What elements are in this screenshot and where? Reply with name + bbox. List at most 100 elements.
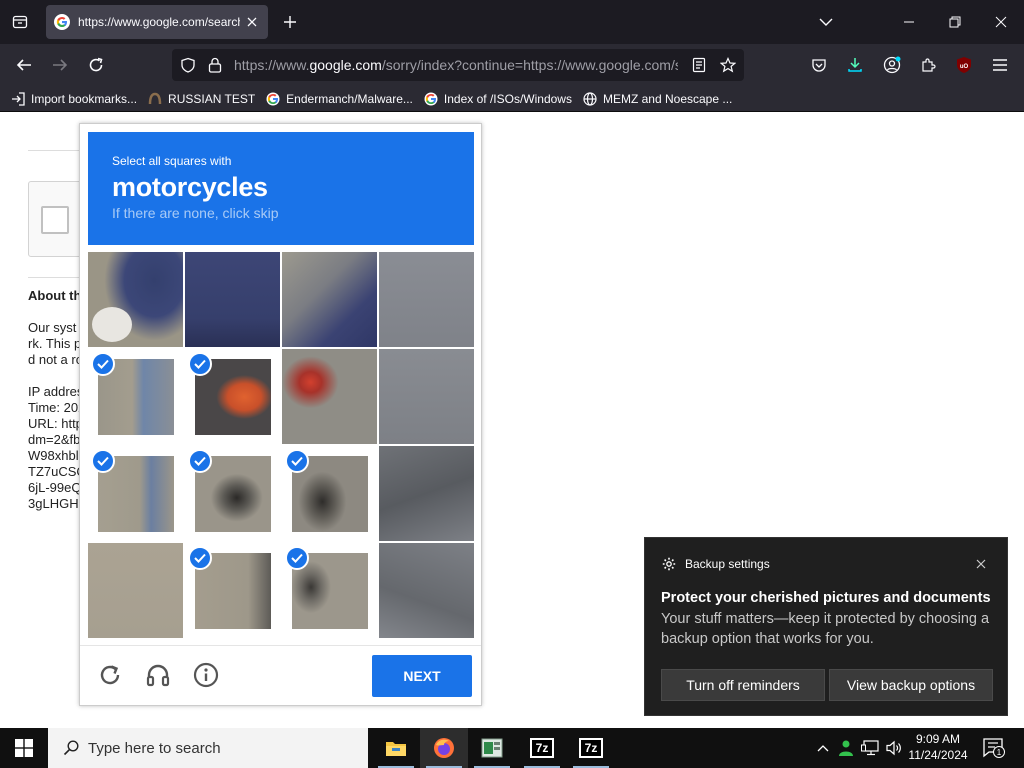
captcha-tile-selected[interactable] (88, 349, 183, 444)
minimize-icon[interactable] (893, 6, 925, 38)
captcha-tile-selected[interactable] (282, 543, 377, 638)
pocket-icon[interactable] (806, 52, 832, 78)
tab-list-icon[interactable] (8, 10, 32, 34)
action-center-icon[interactable]: 1 (980, 736, 1008, 760)
about-text-line: W98xhbl (28, 448, 79, 463)
back-arrow-icon[interactable] (11, 52, 37, 78)
toast-app-name: Backup settings (685, 557, 770, 571)
info-icon[interactable] (191, 660, 221, 690)
reader-view-icon[interactable] (686, 52, 712, 78)
about-text-line: IP addres (28, 384, 80, 399)
google-icon (265, 91, 281, 107)
shield-icon[interactable] (175, 52, 201, 78)
tile-image (88, 252, 183, 347)
backup-notification-toast: Backup settings Protect your cherished p… (644, 537, 1008, 716)
toast-body: Your stuff matters—keep it protected by … (661, 611, 990, 647)
russian-test-icon (147, 91, 163, 107)
taskbar-file-explorer[interactable] (372, 728, 420, 768)
toast-close-icon[interactable] (971, 554, 991, 574)
captcha-tile[interactable] (282, 252, 377, 347)
url-text[interactable]: https://www.google.com/sorry/index?conti… (234, 57, 678, 73)
browser-tab[interactable]: https://www.google.com/search (46, 5, 268, 39)
windows-taskbar: Type here to search 7z 7z 9:09 AM 11/24/… (0, 728, 1024, 768)
user-status-icon[interactable] (836, 738, 856, 758)
firefox-icon (434, 738, 454, 758)
forward-arrow-icon[interactable] (47, 52, 73, 78)
seven-zip-icon: 7z (579, 738, 603, 758)
bookmarks-toolbar: Import bookmarks... RUSSIAN TEST Enderma… (0, 86, 1024, 112)
taskbar-7zip-2[interactable]: 7z (567, 728, 615, 768)
checkmark-icon (91, 352, 115, 376)
bookmark-endermanch[interactable]: Endermanch/Malware... (265, 88, 413, 110)
bookmark-label: Import bookmarks... (31, 91, 138, 106)
tile-image (379, 349, 474, 444)
taskbar-app-window[interactable] (468, 728, 516, 768)
captcha-tile[interactable] (88, 543, 183, 638)
reload-challenge-icon[interactable] (95, 660, 125, 690)
svg-text:uO: uO (960, 64, 969, 70)
notification-count: 1 (997, 748, 1002, 757)
search-icon (62, 739, 80, 757)
about-text-line: URL: http (28, 416, 80, 431)
address-bar[interactable]: https://www.google.com/sorry/index?conti… (172, 49, 744, 81)
audio-challenge-icon[interactable] (143, 660, 173, 690)
browser-tab-bar: https://www.google.com/search (0, 0, 1024, 44)
volume-icon[interactable] (884, 738, 904, 758)
bookmark-import[interactable]: Import bookmarks... (10, 88, 137, 110)
clock-date: 11/24/2024 (908, 748, 968, 762)
captcha-tile[interactable] (379, 349, 474, 444)
bookmark-star-icon[interactable] (715, 52, 741, 78)
bookmark-russian-test[interactable]: RUSSIAN TEST (147, 88, 255, 110)
taskbar-clock[interactable]: 9:09 AM 11/24/2024 (906, 731, 970, 763)
hamburger-menu-icon[interactable] (987, 52, 1013, 78)
captcha-tile[interactable] (379, 543, 474, 638)
network-icon[interactable] (860, 738, 880, 758)
bookmark-label: Endermanch/Malware... (286, 91, 413, 106)
tab-close-icon[interactable] (244, 14, 260, 30)
ublock-origin-icon[interactable]: uO (951, 52, 977, 78)
seven-zip-icon: 7z (530, 738, 554, 758)
turn-off-reminders-button[interactable]: Turn off reminders (661, 669, 825, 701)
lock-icon[interactable] (202, 52, 228, 78)
next-button[interactable]: NEXT (372, 655, 472, 697)
tile-image (282, 349, 377, 444)
new-tab-icon[interactable] (278, 10, 302, 34)
checkmark-icon (188, 546, 212, 570)
downloads-icon[interactable] (842, 52, 868, 78)
captcha-tile[interactable] (282, 349, 377, 444)
account-icon[interactable] (879, 52, 905, 78)
taskbar-search-box[interactable]: Type here to search (48, 728, 368, 768)
recaptcha-checkbox[interactable] (41, 206, 69, 234)
captcha-header: Select all squares with motorcycles If t… (88, 132, 474, 245)
footer-divider (80, 645, 481, 646)
bookmark-index-isos[interactable]: Index of /ISOs/Windows (423, 88, 572, 110)
taskbar-7zip-1[interactable]: 7z (518, 728, 566, 768)
captcha-tile[interactable] (379, 252, 474, 347)
clock-time: 9:09 AM (915, 732, 961, 746)
captcha-tile[interactable] (88, 252, 183, 347)
captcha-image-grid (88, 252, 474, 638)
bookmark-memz[interactable]: MEMZ and Noescape ... (582, 88, 732, 110)
captcha-tile-selected[interactable] (185, 543, 280, 638)
window-close-icon[interactable] (985, 6, 1017, 38)
view-backup-options-button[interactable]: View backup options (829, 669, 993, 701)
url-path: /sorry/index?continue=https://www.google… (381, 57, 678, 73)
about-text-line: 3gLHGH (28, 496, 79, 511)
reload-icon[interactable] (83, 52, 109, 78)
captcha-target: motorcycles (112, 172, 268, 202)
toast-header: Backup settings (661, 556, 770, 572)
taskbar-firefox[interactable] (420, 728, 468, 768)
captcha-tile[interactable] (185, 252, 280, 347)
captcha-tile-selected[interactable] (185, 446, 280, 541)
about-text-line: rk. This p (28, 336, 80, 351)
captcha-tile-selected[interactable] (185, 349, 280, 444)
restore-icon[interactable] (939, 6, 971, 38)
list-all-tabs-icon[interactable] (810, 6, 842, 38)
extensions-icon[interactable] (915, 52, 941, 78)
bookmark-label: RUSSIAN TEST (168, 91, 256, 106)
show-hidden-icons-chevron-icon[interactable] (813, 738, 833, 758)
captcha-tile-selected[interactable] (88, 446, 183, 541)
captcha-tile[interactable] (379, 446, 474, 541)
captcha-tile-selected[interactable] (282, 446, 377, 541)
windows-start-icon[interactable] (0, 728, 48, 768)
